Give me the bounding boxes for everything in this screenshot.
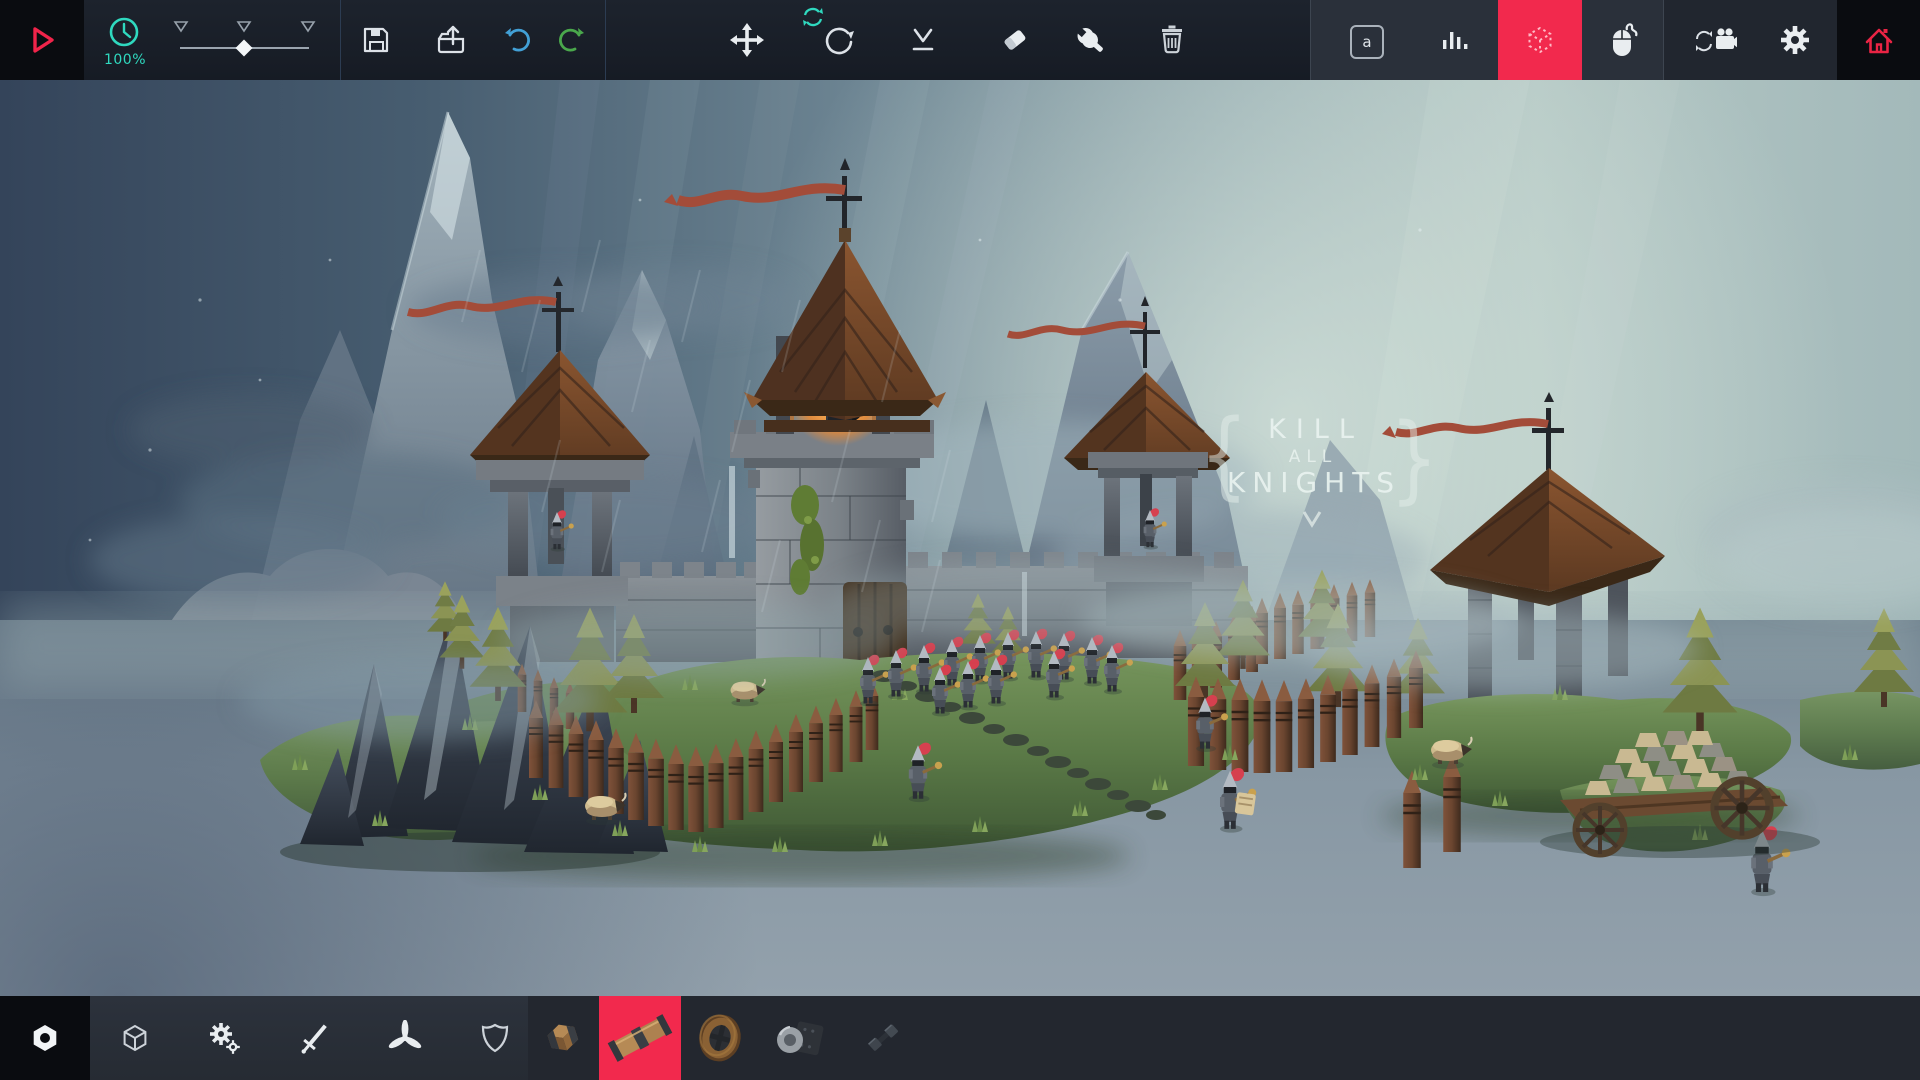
place-on-surface-button[interactable] [901, 18, 945, 62]
ghost-cube-icon [1521, 21, 1559, 59]
viewport-3d-scene[interactable]: { } KILL ALL KNIGHTS [0, 80, 1920, 996]
camera-cycle-icon [1693, 22, 1737, 58]
rotate-icon [820, 22, 856, 58]
top-toolbar: 100% [0, 0, 1920, 80]
cube-icon [118, 1021, 152, 1055]
category-tab-flight[interactable] [383, 1016, 427, 1060]
keymap-tool-button[interactable]: a [1350, 25, 1384, 59]
move-icon [729, 22, 765, 58]
mouse-icon [1604, 22, 1640, 58]
save-icon [360, 24, 392, 56]
load-icon [434, 23, 468, 57]
cart-wheel [1576, 806, 1624, 854]
delete-all-button[interactable] [1150, 18, 1194, 62]
gears-icon [206, 1019, 244, 1057]
brace-thumb [855, 1010, 911, 1066]
category-tab-basic-blocks-selected[interactable] [0, 996, 90, 1080]
keymap-label: a [1362, 33, 1371, 51]
load-machine-button[interactable] [429, 18, 473, 62]
machine-stats-button[interactable] [1433, 18, 1477, 62]
undo-icon [502, 23, 536, 57]
block-wheel[interactable] [688, 996, 752, 1080]
save-machine-button[interactable] [354, 18, 398, 62]
home-icon [1860, 21, 1898, 59]
divider [1663, 0, 1664, 80]
category-tab-blocks[interactable] [113, 1016, 157, 1060]
small-wood-block-thumb [537, 1012, 589, 1064]
category-tab-weapons[interactable] [293, 1016, 337, 1060]
ghost-view-button-active[interactable] [1498, 0, 1582, 80]
category-tab-armour[interactable] [473, 1016, 517, 1060]
cycle-camera-button[interactable] [1693, 18, 1737, 62]
objective-line-2: ALL [1289, 447, 1338, 467]
gear-icon [1777, 22, 1813, 58]
translate-tool-button[interactable] [725, 18, 769, 62]
slider-markers [175, 22, 314, 31]
divider [340, 0, 341, 80]
wheel-thumb [692, 1010, 748, 1066]
objective-line-1: KILL [1268, 414, 1364, 445]
speed-percent-label: 100% [96, 52, 154, 68]
block-double-wood-block-selected[interactable] [599, 996, 681, 1080]
category-tab-mechanical[interactable] [203, 1016, 247, 1060]
stats-bars-icon [1439, 24, 1471, 56]
powered-wheel-thumb [766, 1007, 828, 1069]
erase-tool-button[interactable] [993, 18, 1037, 62]
undo-button[interactable] [497, 18, 541, 62]
play-simulation-button[interactable] [0, 0, 84, 80]
wrench-icon [1072, 22, 1108, 58]
divider [605, 0, 606, 80]
eraser-icon [998, 23, 1032, 57]
block-bar [0, 996, 1920, 1080]
propeller-icon [387, 1020, 423, 1056]
simulation-speed-button[interactable] [102, 10, 146, 54]
slider-thumb[interactable] [236, 40, 253, 57]
divider [1310, 0, 1311, 80]
besiege-editor: 100% [0, 0, 1920, 1080]
clock-icon [106, 14, 142, 50]
home-button[interactable] [1837, 0, 1920, 80]
objective-line-3: KNIGHTS [1227, 466, 1401, 499]
scene-svg: { } KILL ALL KNIGHTS [0, 80, 1920, 996]
place-down-icon [906, 23, 940, 57]
rotate-tool-button[interactable] [816, 18, 860, 62]
block-small-wood-block[interactable] [528, 996, 598, 1080]
sword-icon [297, 1020, 333, 1056]
adjust-tool-button[interactable] [1068, 18, 1112, 62]
speed-slider[interactable] [168, 8, 320, 60]
cart-wheel [1714, 780, 1769, 835]
settings-button[interactable] [1773, 18, 1817, 62]
block-powered-wheel[interactable] [760, 996, 834, 1080]
shield-icon [478, 1021, 512, 1055]
trash-icon [1155, 23, 1189, 57]
redo-icon [553, 23, 587, 57]
double-wood-block-thumb [604, 1002, 676, 1074]
hex-nut-icon [27, 1020, 63, 1056]
block-brace[interactable] [845, 996, 921, 1080]
play-icon [25, 23, 59, 57]
redo-button[interactable] [548, 18, 592, 62]
mouse-mode-button[interactable] [1600, 18, 1644, 62]
